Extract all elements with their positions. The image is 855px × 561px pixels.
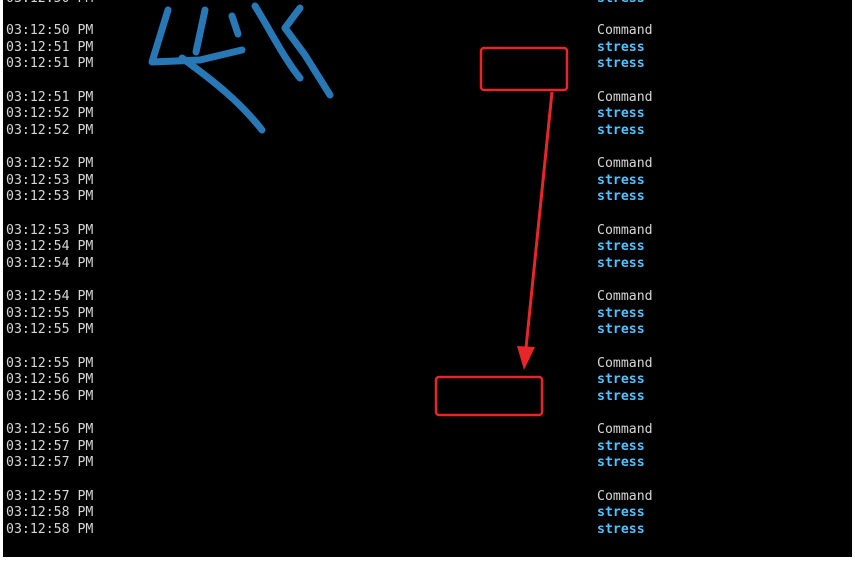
row-time: 03:12:52 PM [6,106,94,121]
row-command: stress [597,505,645,520]
row-command: stress [597,239,645,254]
row-command: stress [597,123,645,138]
header-time: 03:12:52 PM [6,156,94,171]
header-time: 03:12:53 PM [6,223,94,238]
header-time: 03:12:55 PM [6,356,94,371]
header-command: Command [597,23,653,38]
row-time: 03:12:54 PM [6,256,94,271]
header-command: Command [597,223,653,238]
row-command: stress [597,106,645,121]
row-command: stress [597,173,645,188]
row-command: stress [597,40,645,55]
header-command: Command [597,356,653,371]
header-command: Command [597,289,653,304]
row-command: stress [597,455,645,470]
row-time: 03:12:57 PM [6,439,94,454]
row-command: stress [597,389,645,404]
row-time: 03:12:51 PM [6,40,94,55]
header-time: 03:12:51 PM [6,90,94,105]
row-time: 03:12:56 PM [6,389,94,404]
row-command: stress [597,256,645,271]
header-command: Command [597,156,653,171]
row-command: stress [597,322,645,337]
row-time: 03:12:56 PM [6,372,94,387]
row-time: 03:12:55 PM [6,322,94,337]
header-command: Command [597,90,653,105]
row-command: stress [597,306,645,321]
row-time: 03:12:57 PM [6,455,94,470]
row-command: stress [597,189,645,204]
header-command: Command [597,489,653,504]
row-command: stress [597,522,645,537]
row-time: 03:12:58 PM [6,505,94,520]
row-time: 03:12:50 PM [6,0,93,7]
row-time: 03:12:53 PM [6,189,94,204]
header-time: 03:12:54 PM [6,289,94,304]
row-command: stress [597,372,645,387]
header-time: 03:12:57 PM [6,489,94,504]
row-time: 03:12:53 PM [6,173,94,188]
row-time: 03:12:52 PM [6,123,94,138]
screenshot: 03:12:50 PM1.0099.00stress03:12:50 PMUID… [0,0,855,561]
row-time: 03:12:58 PM [6,522,94,537]
row-time: 03:12:51 PM [6,56,94,71]
header-command: Command [597,422,653,437]
row-command: stress [597,439,645,454]
row-time: 03:12:54 PM [6,239,94,254]
header-time: 03:12:50 PM [6,23,94,38]
row-command: stress [597,56,645,71]
header-time: 03:12:56 PM [6,422,94,437]
terminal-window[interactable]: 03:12:50 PM1.0099.00stress03:12:50 PMUID… [3,0,852,557]
row-time: 03:12:55 PM [6,306,94,321]
row-command: stress [597,0,645,7]
